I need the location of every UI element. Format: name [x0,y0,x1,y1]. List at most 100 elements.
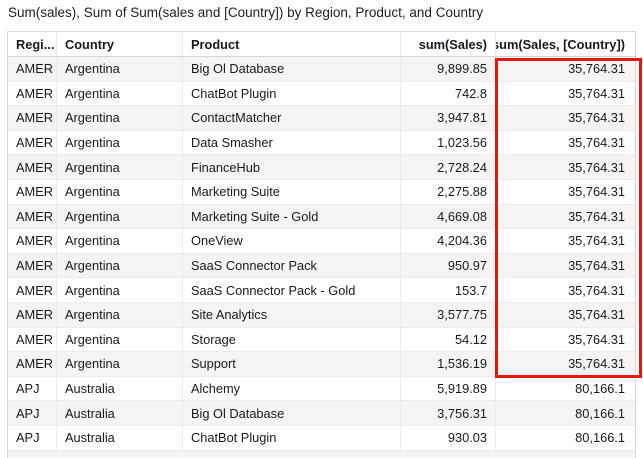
cell-sales-country[interactable]: 35,764.31 [496,155,633,179]
cell-product[interactable]: Big Ol Database [183,401,401,425]
cell-product[interactable]: Support [183,352,401,376]
cell-product[interactable]: ChatBot Plugin [183,82,401,106]
cell-sales-country[interactable]: 35,764.31 [496,328,633,352]
table-row: APJAustraliaBig Ol Database3,756.3180,16… [8,401,635,426]
cell-product[interactable]: Big Ol Database [183,57,401,81]
cell-country[interactable]: Argentina [57,229,183,253]
cell-product[interactable]: Site Analytics [183,303,401,327]
cell-sales-country[interactable]: 35,764.31 [496,229,633,253]
cell-sales[interactable]: 3,577.75 [401,303,496,327]
cell-product[interactable]: OneView [183,229,401,253]
cell-country[interactable]: Argentina [57,328,183,352]
cell-product[interactable]: SaaS Connector Pack [183,254,401,278]
cell-sales[interactable]: 4,669.08 [401,205,496,229]
table-row: AMERArgentinaSupport1,536.1935,764.31 [8,352,635,377]
cell-region[interactable]: AMER [8,278,57,302]
cell-sales-country[interactable]: 35,764.31 [496,57,633,81]
cell-sales[interactable]: 930.03 [401,426,496,450]
cell-country[interactable]: Argentina [57,278,183,302]
cell-region[interactable]: AMER [8,155,57,179]
cell-product[interactable]: SaaS Connector Pack - Gold [183,278,401,302]
cell-sales-country[interactable]: 35,764.31 [496,82,633,106]
table-row: AMERArgentinaSaaS Connector Pack - Gold1… [8,278,635,303]
cell-product[interactable]: ChatBot Plugin [183,426,401,450]
cell-sales-country[interactable]: 35,764.31 [496,180,633,204]
table-row: AMERArgentinaSite Analytics3,577.7535,76… [8,303,635,328]
cell-country[interactable]: Argentina [57,82,183,106]
cell-product[interactable]: Alchemy [183,377,401,401]
cell-sales[interactable]: 9,899.85 [401,57,496,81]
cell-product[interactable]: Marketing Suite - Gold [183,205,401,229]
cell-region[interactable]: AMER [8,131,57,155]
cell-country[interactable]: Argentina [57,155,183,179]
table-row: AMERArgentinaOneView4,204.3635,764.31 [8,229,635,254]
table-header-row: Regi...CountryProductsum(Sales)sum(Sales… [8,32,635,57]
cell-region[interactable]: AMER [8,254,57,278]
cell-country[interactable]: Argentina [57,131,183,155]
cell-sales-country[interactable]: 35,764.31 [496,131,633,155]
cell-country[interactable]: Argentina [57,180,183,204]
cell-region[interactable]: AMER [8,328,57,352]
cell-region[interactable]: AMER [8,229,57,253]
cell-region[interactable]: AMER [8,352,57,376]
cell-country[interactable]: Argentina [57,254,183,278]
cell-sales-country[interactable]: 35,764.31 [496,254,633,278]
column-header-country[interactable]: Country [57,32,183,56]
cell-sales-country[interactable]: 80,166.1 [496,426,633,450]
pivot-table: Regi...CountryProductsum(Sales)sum(Sales… [7,31,636,458]
cell-sales-country[interactable]: 35,764.31 [496,278,633,302]
cell-region[interactable]: APJ [8,401,57,425]
cell-sales[interactable]: 950.97 [401,254,496,278]
cell-sales-country[interactable]: 35,764.31 [496,352,633,376]
cell-sales[interactable]: 1,536.19 [401,352,496,376]
cell-product[interactable]: Storage [183,328,401,352]
column-header-sales-country[interactable]: sum(Sales, [Country]) [496,32,633,56]
cell-product[interactable]: Marketing Suite [183,180,401,204]
table-row: AMERArgentinaMarketing Suite2,275.8835,7… [8,180,635,205]
cell-region[interactable]: AMER [8,180,57,204]
cell-country[interactable]: Argentina [57,106,183,130]
cell-country[interactable]: Australia [57,401,183,425]
cell-product[interactable]: FinanceHub [183,155,401,179]
table-row: AMERArgentinaChatBot Plugin742.835,764.3… [8,82,635,107]
cell-sales-country[interactable]: 80,166.1 [496,401,633,425]
cell-country[interactable]: Argentina [57,303,183,327]
cell-sales-country[interactable]: 35,764.31 [496,303,633,327]
cell-sales[interactable]: 153.7 [401,278,496,302]
cell-country[interactable]: Argentina [57,205,183,229]
cell-country[interactable]: Australia [57,377,183,401]
column-header-region[interactable]: Regi... [8,32,57,56]
cell-sales[interactable]: 54.12 [401,328,496,352]
cell-region[interactable]: AMER [8,57,57,81]
cell-sales-country[interactable]: 35,764.31 [496,205,633,229]
cell-region[interactable]: AMER [8,205,57,229]
cell-product[interactable]: Data Smasher [183,131,401,155]
cell-sales[interactable]: 3,947.81 [401,106,496,130]
cell-country[interactable]: Argentina [57,352,183,376]
column-header-product[interactable]: Product [183,32,401,56]
cell-sales[interactable]: 1,023.56 [401,131,496,155]
cell-sales[interactable]: 742.8 [401,82,496,106]
cell-sales[interactable]: 4,204.36 [401,229,496,253]
cell-country[interactable]: Australia [57,426,183,450]
cell-country[interactable]: Argentina [57,57,183,81]
table-row: AMERArgentinaContactMatcher3,947.8135,76… [8,106,635,131]
cell-sales-country[interactable]: 80,166.1 [496,377,633,401]
column-header-sales[interactable]: sum(Sales) [401,32,496,56]
cell-sales[interactable]: 5,919.89 [401,377,496,401]
cell-sales[interactable]: 2,275.88 [401,180,496,204]
cell-sales[interactable]: 2,728.24 [401,155,496,179]
table-row: AMERArgentinaSaaS Connector Pack950.9735… [8,254,635,279]
cell-region[interactable]: APJ [8,377,57,401]
table-row: AMERArgentinaBig Ol Database9,899.8535,7… [8,57,635,82]
cell-product[interactable]: ContactMatcher [183,106,401,130]
cell-region[interactable]: AMER [8,303,57,327]
cell-region[interactable]: AMER [8,82,57,106]
cell-sales[interactable]: 3,756.31 [401,401,496,425]
table-row-partial [8,451,635,458]
cell-region[interactable]: APJ [8,426,57,450]
table-row: AMERArgentinaStorage54.1235,764.31 [8,328,635,353]
table-body: AMERArgentinaBig Ol Database9,899.8535,7… [8,57,635,458]
cell-region[interactable]: AMER [8,106,57,130]
cell-sales-country[interactable]: 35,764.31 [496,106,633,130]
